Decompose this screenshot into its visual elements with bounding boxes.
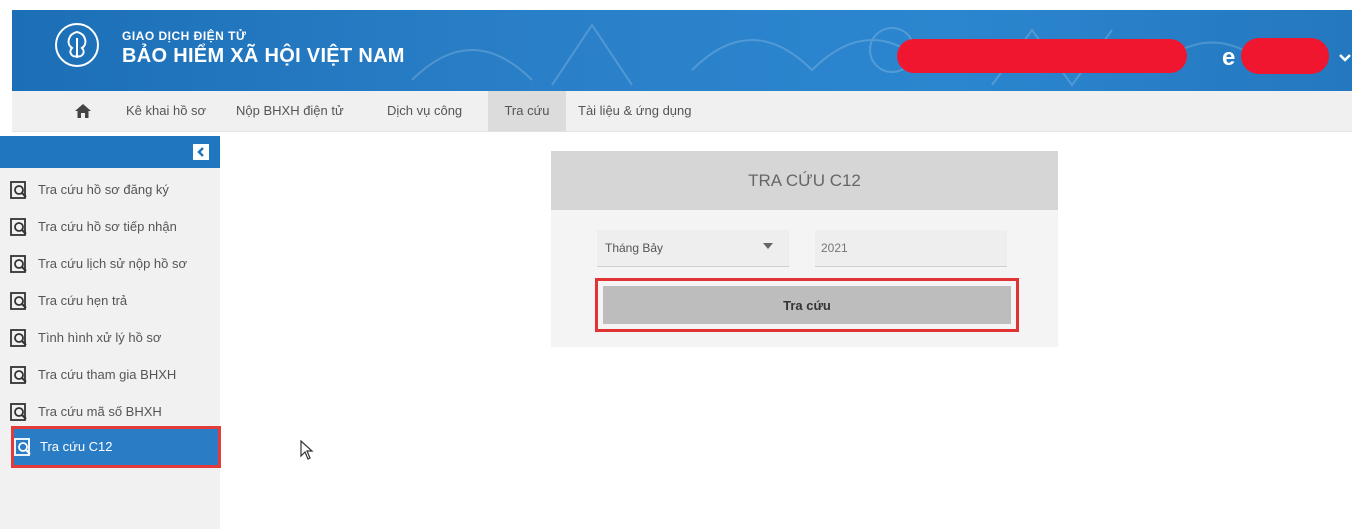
header-pattern (411, 23, 1273, 87)
sidebar: Tra cứu hồ sơ đăng ký Tra cứu hồ sơ tiếp… (0, 136, 221, 529)
search-document-icon (10, 292, 27, 310)
sidebar-item-label: Tra cứu hồ sơ đăng ký (38, 182, 169, 197)
search-document-icon (10, 366, 27, 384)
sidebar-item-label: Tra cứu hẹn trả (38, 293, 128, 308)
nav-tra-cuu[interactable]: Tra cứu (488, 91, 566, 131)
app-subtitle: GIAO DỊCH ĐIỆN TỬ (122, 29, 247, 43)
dropdown-arrow-icon (763, 243, 773, 249)
sidebar-item-ho-so-dang-ky[interactable]: Tra cứu hồ sơ đăng ký (0, 172, 220, 208)
sidebar-item-label: Tra cứu C12 (40, 439, 113, 454)
year-input[interactable]: 2021 (815, 230, 1007, 267)
search-document-icon (10, 218, 27, 236)
app-header: GIAO DỊCH ĐIỆN TỬ BẢO HIỂM XÃ HỘI VIỆT N… (12, 10, 1352, 91)
bhxh-logo-icon (55, 23, 99, 67)
sidebar-header (0, 136, 220, 168)
sidebar-item-ma-so-bhxh[interactable]: Tra cứu mã số BHXH (0, 394, 220, 430)
panel-title: TRA CỨU C12 (551, 151, 1058, 210)
sidebar-item-label: Tình hình xử lý hồ sơ (38, 330, 162, 345)
collapse-icon[interactable] (193, 144, 209, 160)
nav-nop-bhxh[interactable]: Nộp BHXH điện tử (228, 91, 352, 131)
c12-lookup-panel: TRA CỨU C12 Tháng Bảy 2021 Tra cứu (551, 151, 1058, 347)
sidebar-item-label: Tra cứu lịch sử nộp hồ sơ (38, 256, 188, 271)
search-document-icon (10, 255, 27, 273)
sidebar-item-c12[interactable]: Tra cứu C12 (11, 426, 221, 468)
sidebar-item-label: Tra cứu mã số BHXH (38, 404, 162, 419)
main-nav: Kê khai hồ sơ Nộp BHXH điện tử Dịch vụ c… (12, 91, 1352, 132)
highlight-frame: Tra cứu (595, 278, 1019, 332)
sidebar-item-lich-su-nop[interactable]: Tra cứu lịch sử nộp hồ sơ (0, 246, 220, 282)
app-title: BẢO HIỂM XÃ HỘI VIỆT NAM (122, 45, 405, 67)
sidebar-item-hen-tra[interactable]: Tra cứu hẹn trả (0, 283, 220, 319)
redacted-block (897, 39, 1187, 73)
search-document-icon (10, 181, 27, 199)
search-document-icon (10, 403, 27, 421)
home-icon[interactable] (74, 102, 92, 120)
nav-ke-khai[interactable]: Kê khai hồ sơ (118, 91, 214, 131)
nav-tai-lieu[interactable]: Tài liệu & ứng dụng (570, 91, 700, 131)
lookup-button[interactable]: Tra cứu (603, 286, 1011, 324)
nav-dich-vu-cong[interactable]: Dịch vụ công (379, 91, 470, 131)
user-initial[interactable]: e (1222, 44, 1235, 72)
search-document-icon (14, 438, 31, 456)
sidebar-item-tham-gia-bhxh[interactable]: Tra cứu tham gia BHXH (0, 357, 220, 393)
month-select[interactable]: Tháng Bảy (597, 230, 789, 267)
year-input-value: 2021 (821, 241, 848, 255)
mouse-cursor-icon (300, 440, 314, 460)
sidebar-item-tinh-hinh-xu-ly[interactable]: Tình hình xử lý hồ sơ (0, 320, 220, 356)
search-document-icon (10, 329, 27, 347)
sidebar-item-label: Tra cứu tham gia BHXH (38, 367, 177, 382)
redacted-user-name (1241, 38, 1329, 74)
month-select-value: Tháng Bảy (605, 241, 664, 255)
sidebar-item-label: Tra cứu hồ sơ tiếp nhận (38, 219, 177, 234)
sidebar-item-ho-so-tiep-nhan[interactable]: Tra cứu hồ sơ tiếp nhận (0, 209, 220, 245)
chevron-down-icon[interactable] (1335, 48, 1352, 68)
